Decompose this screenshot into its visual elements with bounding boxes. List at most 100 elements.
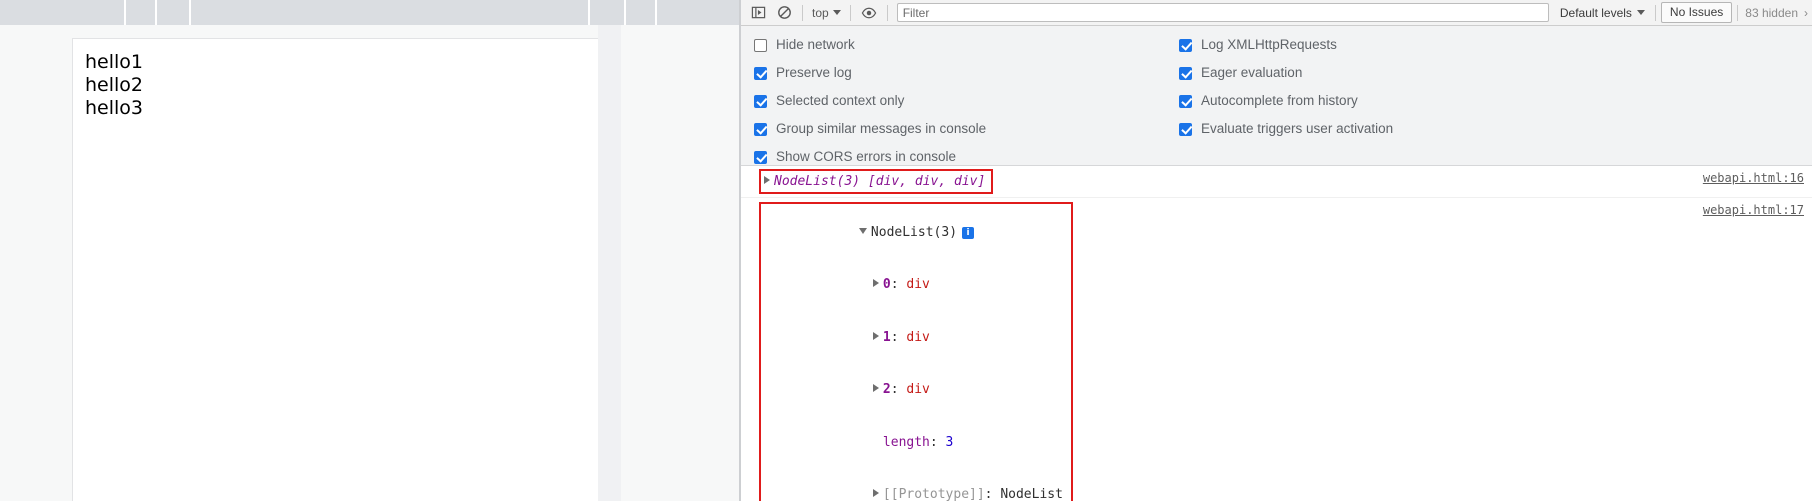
settings-left-column: Hide network Preserve log Selected conte… bbox=[754, 31, 986, 171]
setting-log-xhr[interactable]: Log XMLHttpRequests bbox=[1179, 31, 1393, 59]
property-key: 2 bbox=[882, 382, 891, 397]
eager-evaluation-checkbox[interactable] bbox=[1179, 66, 1192, 80]
show-cors-errors-checkbox[interactable] bbox=[754, 150, 767, 164]
preserve-log-label: Preserve log bbox=[776, 65, 852, 80]
selected-context-only-label: Selected context only bbox=[776, 93, 905, 108]
eager-preview-highlight: NodeList(3) [div, div, div] bbox=[759, 169, 994, 194]
hidden-messages-count: 83 hidden bbox=[1745, 5, 1798, 20]
live-expression-eye-icon[interactable] bbox=[856, 2, 882, 24]
console-message-list: NodeList(3) [div, div, div] webapi.html:… bbox=[741, 166, 1812, 501]
property-value: NodeList bbox=[1000, 487, 1063, 501]
devtools-console-panel: top Default levels No Issues 83 hidden bbox=[741, 0, 1812, 501]
property-colon: : bbox=[890, 382, 907, 397]
log-xmlhttprequests-checkbox[interactable] bbox=[1179, 38, 1192, 52]
chevron-down-icon bbox=[832, 10, 841, 15]
chrome-separator bbox=[155, 0, 157, 25]
object-property-row[interactable]: 1: div bbox=[765, 311, 1063, 364]
console-settings-panel: Hide network Preserve log Selected conte… bbox=[741, 26, 1812, 166]
selected-context-only-checkbox[interactable] bbox=[754, 94, 767, 108]
group-similar-messages-checkbox[interactable] bbox=[754, 122, 767, 136]
toolbar-divider bbox=[1737, 4, 1739, 21]
property-value: div bbox=[906, 329, 930, 345]
property-colon: : bbox=[890, 277, 907, 292]
object-property-row-length: length: 3 bbox=[765, 416, 1063, 469]
property-value: 3 bbox=[945, 434, 954, 450]
expand-arrow-icon[interactable] bbox=[872, 331, 879, 340]
source-link-webapi-17[interactable]: webapi.html:17 bbox=[1703, 202, 1804, 219]
object-header-line[interactable]: NodeList(3) i bbox=[765, 206, 1063, 259]
page-document-body: hello1 hello2 hello3 bbox=[72, 38, 599, 501]
autocomplete-from-history-label: Autocomplete from history bbox=[1201, 93, 1358, 108]
toolbar-divider bbox=[849, 4, 851, 21]
eager-preview-class: NodeList(3) bbox=[774, 174, 861, 189]
preserve-log-checkbox[interactable] bbox=[754, 66, 767, 80]
expanded-object-highlight: NodeList(3) i 0: div 1: div 2: div length… bbox=[759, 202, 1073, 501]
log-levels-label: Default levels bbox=[1559, 5, 1632, 20]
hide-network-label: Hide network bbox=[776, 37, 855, 52]
autocomplete-from-history-checkbox[interactable] bbox=[1179, 94, 1192, 108]
property-key: length bbox=[882, 434, 930, 450]
clear-console-icon[interactable] bbox=[771, 2, 797, 24]
setting-selected-context-only[interactable]: Selected context only bbox=[754, 87, 986, 115]
page-hello-lines: hello1 hello2 hello3 bbox=[85, 51, 144, 119]
object-property-row[interactable]: 2: div bbox=[765, 364, 1063, 417]
expand-arrow-icon[interactable] bbox=[872, 489, 879, 497]
chrome-separator bbox=[189, 0, 191, 25]
screenshot-root: hello1 hello2 hello3 top Filter Default … bbox=[0, 0, 1812, 501]
expand-arrow-icon[interactable] bbox=[764, 176, 770, 184]
execution-context-value: top bbox=[812, 5, 829, 20]
expand-arrow-icon[interactable] bbox=[872, 279, 879, 287]
chrome-separator bbox=[624, 0, 626, 25]
toolbar-divider bbox=[1654, 4, 1656, 21]
setting-evaluate-triggers-user-activation[interactable]: Evaluate triggers user activation bbox=[1179, 115, 1393, 143]
property-key: 1 bbox=[882, 329, 891, 345]
eager-preview-value: [div, div, div] bbox=[860, 174, 986, 189]
filter-input[interactable] bbox=[896, 3, 1549, 22]
evaluate-triggers-user-activation-label: Evaluate triggers user activation bbox=[1201, 121, 1394, 136]
property-value: div bbox=[906, 277, 930, 292]
chevron-down-icon bbox=[1636, 10, 1645, 15]
console-toolbar: top Default levels No Issues 83 hidden bbox=[741, 0, 1812, 26]
property-key: [[Prototype]] bbox=[882, 487, 985, 501]
console-eager-preview-row[interactable]: NodeList(3) [div, div, div] webapi.html:… bbox=[741, 166, 1812, 198]
setting-group-similar-messages[interactable]: Group similar messages in console bbox=[754, 115, 986, 143]
chrome-separator bbox=[588, 0, 590, 25]
property-key: 0 bbox=[882, 277, 891, 292]
issues-button[interactable]: No Issues bbox=[1660, 2, 1733, 23]
show-cors-errors-label: Show CORS errors in console bbox=[776, 149, 957, 164]
hide-network-checkbox[interactable] bbox=[754, 38, 767, 52]
info-icon[interactable]: i bbox=[962, 226, 975, 239]
property-colon: : bbox=[890, 329, 907, 345]
group-similar-messages-label: Group similar messages in console bbox=[776, 121, 987, 136]
evaluate-triggers-user-activation-checkbox[interactable] bbox=[1179, 122, 1192, 136]
toolbar-divider bbox=[886, 4, 888, 21]
toolbar-overflow-icon[interactable]: › bbox=[1798, 6, 1808, 20]
chrome-separator bbox=[655, 0, 657, 25]
browser-page-pane: hello1 hello2 hello3 bbox=[0, 0, 740, 501]
toolbar-divider bbox=[802, 4, 803, 21]
setting-autocomplete-history[interactable]: Autocomplete from history bbox=[1179, 87, 1393, 115]
browser-chrome-bar bbox=[0, 0, 740, 25]
log-xmlhttprequests-label: Log XMLHttpRequests bbox=[1201, 37, 1337, 52]
setting-preserve-log[interactable]: Preserve log bbox=[754, 59, 986, 87]
object-property-row-prototype[interactable]: [[Prototype]]: NodeList bbox=[765, 469, 1063, 501]
setting-eager-evaluation[interactable]: Eager evaluation bbox=[1179, 59, 1393, 87]
execution-context-select[interactable]: top bbox=[808, 1, 845, 25]
property-value: div bbox=[906, 382, 930, 397]
page-scrollbar-track[interactable] bbox=[598, 25, 621, 501]
setting-hide-network[interactable]: Hide network bbox=[754, 31, 986, 59]
settings-right-column: Log XMLHttpRequests Eager evaluation Aut… bbox=[1179, 31, 1393, 143]
eager-evaluation-label: Eager evaluation bbox=[1201, 65, 1303, 80]
page-viewport: hello1 hello2 hello3 bbox=[0, 25, 740, 501]
object-property-row[interactable]: 0: div bbox=[765, 259, 1063, 312]
property-colon: : bbox=[929, 434, 946, 450]
property-colon: : bbox=[984, 487, 1001, 501]
source-link-webapi-16[interactable]: webapi.html:16 bbox=[1703, 170, 1804, 187]
log-levels-select[interactable]: Default levels bbox=[1555, 4, 1650, 22]
collapse-arrow-icon[interactable] bbox=[858, 227, 867, 234]
console-object-row[interactable]: NodeList(3) i 0: div 1: div 2: div length… bbox=[741, 198, 1812, 501]
chrome-separator bbox=[124, 0, 126, 25]
console-sidebar-icon[interactable] bbox=[745, 2, 771, 24]
object-class-name: NodeList(3) bbox=[870, 224, 958, 240]
expand-arrow-icon[interactable] bbox=[872, 384, 879, 392]
